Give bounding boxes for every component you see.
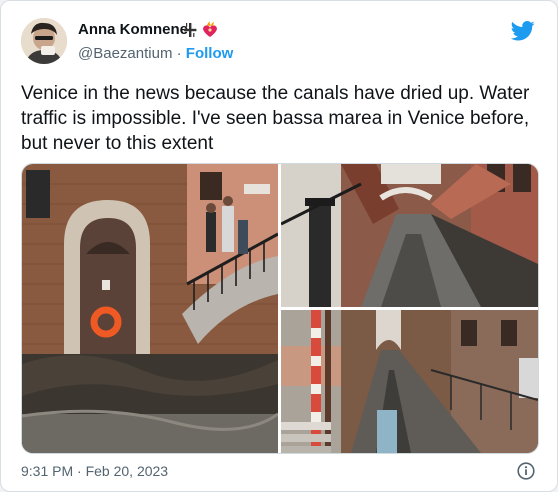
- avatar[interactable]: [21, 18, 67, 64]
- follow-link[interactable]: Follow: [186, 45, 234, 62]
- media-grid: [21, 163, 539, 454]
- twitter-bird-icon[interactable]: [510, 21, 535, 46]
- handle-row: @Baezantium · Follow: [78, 45, 233, 62]
- display-name[interactable]: Anna Komnene: [78, 21, 188, 38]
- tweet-card: Anna Komnene @Baezantium · Follow Venice…: [0, 0, 558, 492]
- media-photo-1[interactable]: [22, 164, 278, 453]
- flaming-heart-emoji-icon: [203, 21, 217, 37]
- cross-emoji-icon: [184, 23, 197, 37]
- info-icon[interactable]: [517, 462, 535, 485]
- separator: ·: [176, 45, 182, 62]
- handle[interactable]: @Baezantium: [78, 45, 172, 62]
- media-photo-2[interactable]: [281, 164, 538, 307]
- tweet-text: Venice in the news because the canals ha…: [21, 83, 530, 154]
- media-photo-3[interactable]: [281, 310, 538, 453]
- name-badges: [183, 21, 221, 39]
- timestamp[interactable]: 9:31 PM · Feb 20, 2023: [21, 463, 168, 479]
